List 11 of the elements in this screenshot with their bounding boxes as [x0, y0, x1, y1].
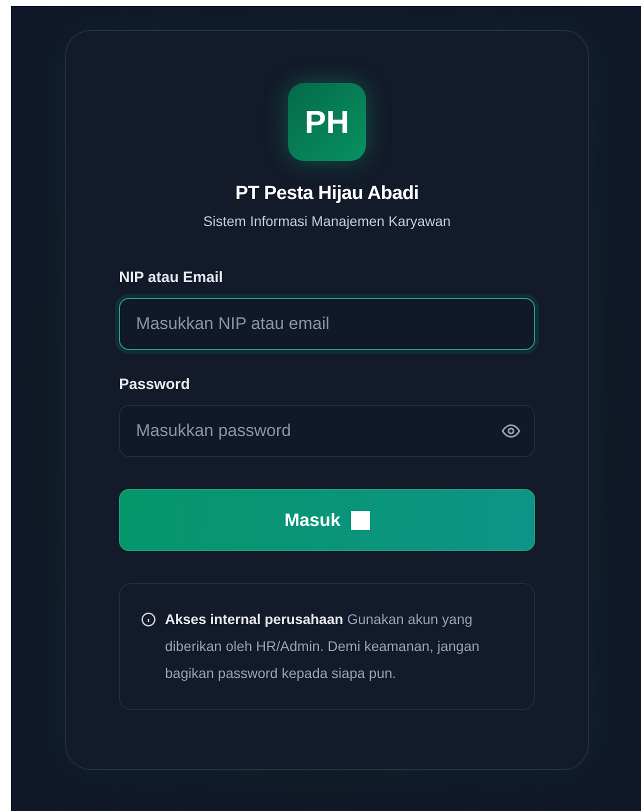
input-field[interactable]: Masukkan NIP atau email	[119, 298, 535, 350]
notice-text: Akses internal perusahaan Gunakan akun yang diberikan oleh HR/Admin. Demi keamanan, jangan bagikan password kepada siapa pun.	[165, 610, 480, 683]
app-subtitle: Sistem Informasi Manajemen Karyawan	[203, 213, 451, 229]
password-field[interactable]: Masukkan password	[119, 405, 535, 457]
field-label: Password	[119, 376, 191, 393]
field-label: NIP atau Email	[119, 269, 224, 286]
login-button[interactable]: Masuk	[119, 489, 535, 551]
info-icon	[141, 612, 156, 627]
company-name: PT Pesta Hijau Abadi	[235, 183, 419, 205]
company-logo: PH	[288, 83, 366, 161]
square-icon	[350, 510, 370, 530]
